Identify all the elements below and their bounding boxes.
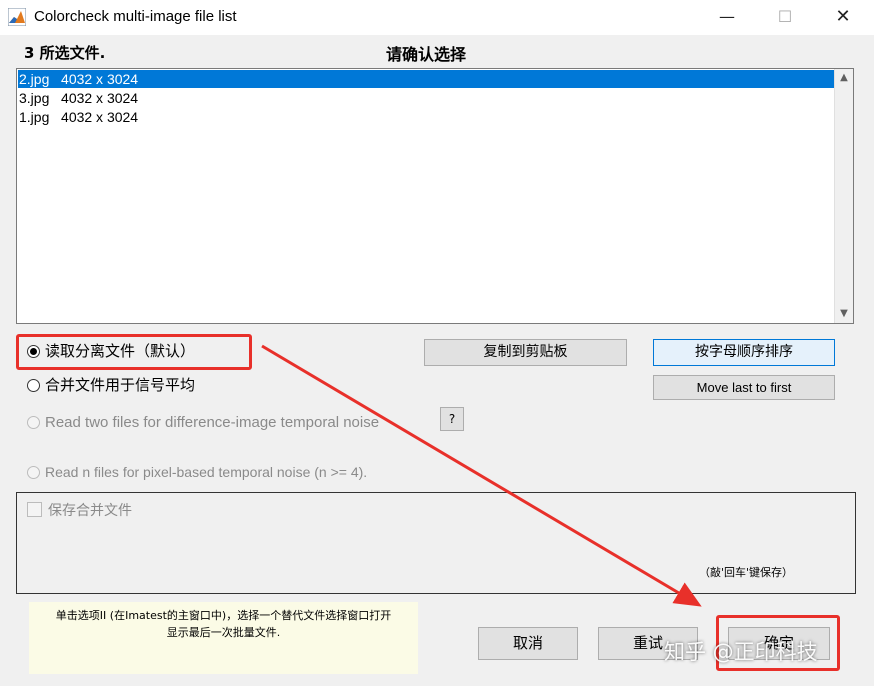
- close-button[interactable]: ✕: [828, 6, 858, 28]
- list-item[interactable]: 1.jpg 4032 x 3024: [18, 108, 835, 126]
- confirm-selection-title: 请确认选择: [386, 45, 467, 64]
- checkbox-icon: [27, 502, 42, 517]
- title-bar: Colorcheck multi-image file list — ☐ ✕: [0, 0, 874, 35]
- annotation-box: [16, 334, 252, 370]
- help-text: 单击选项II (在Imatest的主窗口中)，选择一个替代文件选择窗口打开 显示…: [29, 607, 418, 641]
- checkbox-label: 保存合并文件: [48, 503, 132, 519]
- save-panel: 保存合并文件 （敲'回车'键保存）: [16, 492, 856, 594]
- radio-unchecked-icon[interactable]: [27, 379, 40, 392]
- watermark: 知乎 @正印科技: [664, 640, 818, 664]
- enter-hint-text: （敲'回车'键保存）: [699, 566, 794, 579]
- help-text-panel: 单击选项II (在Imatest的主窗口中)，选择一个替代文件选择窗口打开 显示…: [29, 602, 418, 674]
- file-count-label: 3 所选文件.: [24, 44, 106, 62]
- radio-read-two-diff: Read two files for difference-image temp…: [27, 413, 379, 433]
- cancel-button[interactable]: 取消: [478, 627, 578, 660]
- sort-alphabetical-button[interactable]: 按字母顺序排序: [653, 339, 835, 366]
- file-listbox[interactable]: 2.jpg 4032 x 3024 3.jpg 4032 x 3024 1.jp…: [16, 68, 854, 324]
- scroll-up-icon[interactable]: ▲: [835, 69, 853, 87]
- radio-unchecked-icon: [27, 466, 40, 479]
- copy-to-clipboard-button[interactable]: 复制到剪贴板: [424, 339, 627, 366]
- radio-label: 合并文件用于信号平均: [45, 376, 196, 394]
- radio-label: Read two files for difference-image temp…: [45, 414, 380, 431]
- radio-unchecked-icon: [27, 416, 40, 429]
- minimize-button[interactable]: —: [712, 6, 742, 28]
- matlab-icon: [8, 8, 26, 26]
- move-last-to-first-button[interactable]: Move last to first: [653, 375, 835, 400]
- maximize-button[interactable]: ☐: [770, 6, 800, 28]
- window-title: Colorcheck multi-image file list: [34, 8, 237, 25]
- list-item[interactable]: 2.jpg 4032 x 3024: [18, 70, 835, 88]
- help-button[interactable]: ?: [440, 407, 464, 431]
- vertical-scrollbar[interactable]: ▲ ▼: [834, 69, 853, 323]
- help-text-line: 显示最后一次批量文件.: [166, 626, 281, 639]
- save-combined-checkbox: 保存合并文件: [27, 500, 132, 520]
- help-text-line: 单击选项II (在Imatest的主窗口中)，选择一个替代文件选择窗口打开: [55, 609, 392, 622]
- radio-label: Read n files for pixel-based temporal no…: [45, 464, 368, 480]
- scroll-down-icon[interactable]: ▼: [835, 305, 853, 323]
- radio-read-n-files: Read n files for pixel-based temporal no…: [27, 462, 367, 482]
- list-item[interactable]: 3.jpg 4032 x 3024: [18, 89, 835, 107]
- radio-combine-average[interactable]: 合并文件用于信号平均: [27, 375, 195, 395]
